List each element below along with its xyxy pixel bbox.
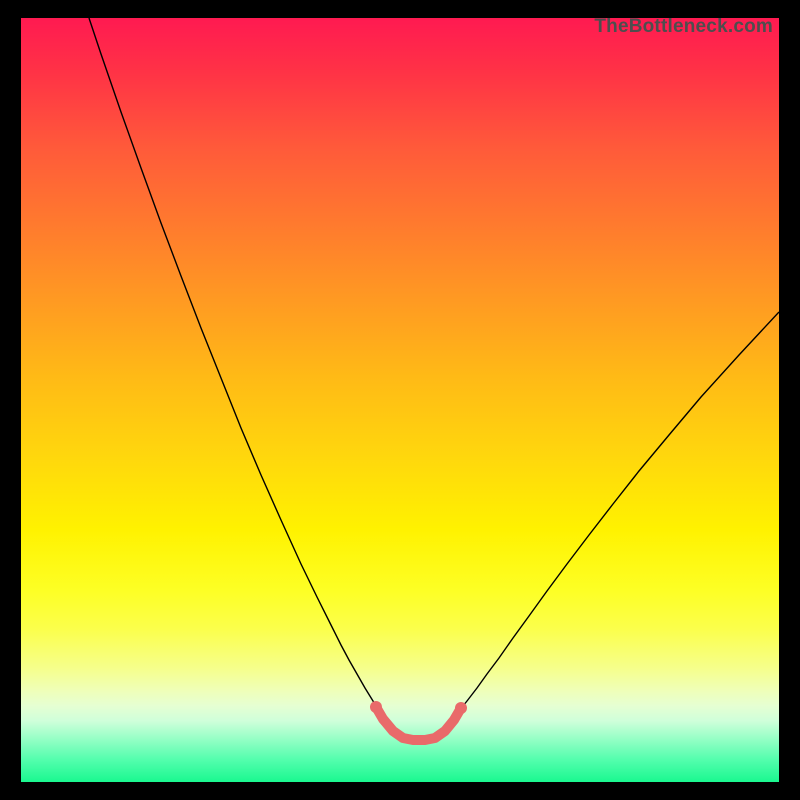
- chart-svg: [21, 18, 779, 782]
- curve-right: [459, 312, 779, 711]
- trough-dot-right: [455, 702, 467, 714]
- curve-left: [89, 18, 379, 711]
- outer-frame: TheBottleneck.com: [0, 0, 800, 800]
- trough-dot-left: [370, 701, 382, 713]
- chart-panel: TheBottleneck.com: [21, 18, 779, 782]
- trough-marker: [376, 707, 461, 740]
